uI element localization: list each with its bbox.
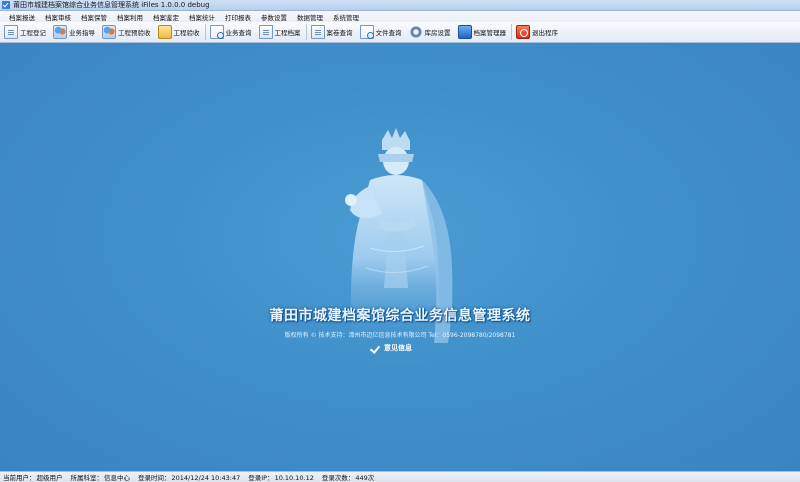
toolbar-separator — [204, 24, 206, 40]
status-label: 登录时间： — [138, 474, 171, 482]
status-value: 10.10.10.12 — [274, 474, 314, 482]
menu-print-reports[interactable]: 打印报表 — [220, 12, 256, 22]
status-login-count: 登录次数：449次 — [322, 472, 374, 482]
status-label: 所属科室： — [70, 474, 104, 482]
project-register-button[interactable]: 工程登记 — [2, 23, 48, 41]
main-background: 莆田市城建档案馆综合业务信息管理系统 版权所有 © 技术支持：漳州市迈亿信息技术… — [0, 43, 800, 471]
toolbar-label: 退出程序 — [532, 29, 558, 37]
toolbar: 工程登记 业务指导 工程预验收 工程验收 业务查询 工程档案 案卷查询 文件查询… — [0, 22, 800, 43]
feedback-label: 意见信息 — [384, 344, 412, 352]
toolbar-label: 案卷查询 — [326, 29, 353, 37]
toolbar-separator — [305, 24, 307, 40]
toolbar-label: 工程登记 — [20, 29, 46, 37]
file-search-icon — [359, 25, 374, 39]
file-query-button[interactable]: 文件查询 — [358, 23, 404, 41]
title-bar: 莆田市城建档案馆综合业务信息管理系统 iFiles 1.0.0.0 debug — [0, 0, 800, 11]
status-value: 超级用户 — [36, 474, 63, 482]
menu-archive-appraisal[interactable]: 档案鉴定 — [148, 12, 184, 22]
storeroom-settings-button[interactable]: 库房设置 — [407, 23, 453, 41]
binder-icon — [310, 25, 325, 39]
project-archive-button[interactable]: 工程档案 — [257, 23, 303, 41]
check-icon — [371, 344, 381, 353]
toolbar-label: 工程档案 — [274, 29, 301, 37]
menu-archive-use[interactable]: 档案利用 — [112, 12, 148, 22]
toolbar-label: 工程预验收 — [118, 29, 151, 37]
toolbar-label: 业务查询 — [225, 29, 252, 37]
menu-system-management[interactable]: 系统管理 — [328, 12, 364, 22]
archive-manager-button[interactable]: 档案管理器 — [456, 23, 509, 41]
app-icon — [2, 1, 10, 9]
status-label: 登录IP： — [248, 474, 274, 482]
menu-archive-review[interactable]: 档案审核 — [40, 12, 76, 22]
status-label: 当前用户： — [3, 474, 36, 482]
status-value: 信息中心 — [104, 474, 130, 482]
people-icon — [53, 25, 67, 39]
toolbar-label: 工程验收 — [173, 29, 200, 37]
status-value: 2014/12/24 10:43:47 — [171, 474, 241, 482]
window-title: 莆田市城建档案馆综合业务信息管理系统 iFiles 1.0.0.0 debug — [13, 1, 210, 9]
toolbar-label: 文件查询 — [375, 29, 402, 37]
status-bar: 当前用户：超级用户 所属科室：信息中心 登录时间：2014/12/24 10:4… — [0, 471, 800, 482]
archive-doc-icon — [258, 25, 273, 39]
status-login-time: 登录时间：2014/12/24 10:43:47 — [138, 472, 240, 482]
volume-query-button[interactable]: 案卷查询 — [309, 23, 355, 41]
toolbar-label: 档案管理器 — [473, 29, 507, 37]
business-query-button[interactable]: 业务查询 — [208, 23, 254, 41]
status-label: 登录次数： — [321, 474, 355, 482]
menu-archive-storage[interactable]: 档案保管 — [76, 12, 112, 22]
copyright-text: 版权所有 © 技术支持：漳州市迈亿信息技术有限公司 Tel：0596-20987… — [284, 332, 516, 339]
toolbar-label: 库房设置 — [424, 29, 451, 37]
folder-icon — [157, 25, 172, 39]
menu-archive-submit[interactable]: 档案报送 — [4, 12, 40, 22]
status-current-user: 当前用户：超级用户 — [3, 472, 63, 482]
menu-archive-statistics[interactable]: 档案统计 — [184, 12, 220, 22]
menu-parameter-settings[interactable]: 参数设置 — [256, 12, 292, 22]
system-heading: 莆田市城建档案馆综合业务信息管理系统 — [269, 308, 531, 324]
pre-acceptance-button[interactable]: 工程预验收 — [100, 23, 153, 41]
menu-data-management[interactable]: 数据管理 — [292, 12, 328, 22]
business-guidance-button[interactable]: 业务指导 — [51, 23, 97, 41]
archive-manager-icon — [457, 25, 472, 39]
status-value: 449次 — [355, 474, 375, 482]
toolbar-label: 业务指导 — [69, 29, 95, 37]
search-doc-icon — [209, 25, 224, 39]
pen-doc-icon — [4, 25, 18, 39]
acceptance-button[interactable]: 工程验收 — [156, 23, 202, 41]
status-department: 所属科室：信息中心 — [71, 472, 131, 482]
exit-button[interactable]: 退出程序 — [514, 23, 560, 41]
exit-icon — [516, 25, 530, 39]
feedback-link[interactable]: 意见信息 — [371, 343, 412, 353]
status-login-ip: 登录IP：10.10.10.12 — [248, 472, 314, 482]
toolbar-separator — [511, 24, 512, 40]
gear-icon — [408, 25, 423, 39]
menu-bar: 档案报送 档案审核 档案保管 档案利用 档案鉴定 档案统计 打印报表 参数设置 … — [0, 11, 800, 22]
inspect-icon — [102, 25, 116, 39]
